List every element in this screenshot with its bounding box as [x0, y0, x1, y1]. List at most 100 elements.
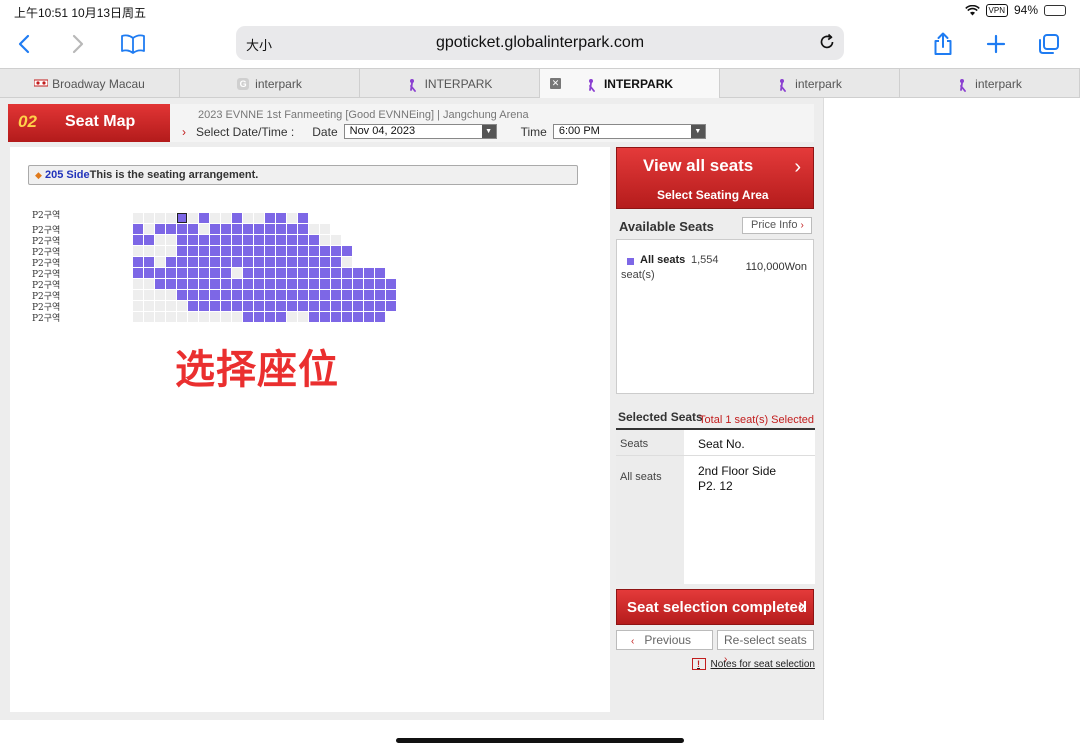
- seat-available[interactable]: [254, 224, 264, 234]
- seat-available[interactable]: [221, 224, 231, 234]
- seat-available[interactable]: [188, 301, 198, 311]
- seat-available[interactable]: [254, 235, 264, 245]
- seat-available[interactable]: [287, 279, 297, 289]
- seat-available[interactable]: [309, 301, 319, 311]
- seat-available[interactable]: [210, 268, 220, 278]
- seat-available[interactable]: [177, 279, 187, 289]
- seat-available[interactable]: [386, 290, 396, 300]
- seat-available[interactable]: [133, 257, 143, 267]
- seat-available[interactable]: [254, 268, 264, 278]
- seat-available[interactable]: [320, 257, 330, 267]
- tab-overview-icon[interactable]: [1033, 28, 1065, 60]
- seat-available[interactable]: [364, 301, 374, 311]
- seat-available[interactable]: [144, 257, 154, 267]
- seat-available[interactable]: [243, 235, 253, 245]
- seat-available[interactable]: [188, 235, 198, 245]
- seat-available[interactable]: [155, 224, 165, 234]
- back-icon[interactable]: [8, 28, 40, 60]
- tab-interpark-2[interactable]: INTERPARK: [360, 69, 540, 98]
- seat-available[interactable]: [342, 301, 352, 311]
- seat-available[interactable]: [331, 279, 341, 289]
- seat-available[interactable]: [221, 235, 231, 245]
- seat-available[interactable]: [188, 279, 198, 289]
- seat-available[interactable]: [287, 224, 297, 234]
- seat-available[interactable]: [177, 257, 187, 267]
- seat-available[interactable]: [276, 268, 286, 278]
- seat-available[interactable]: [133, 268, 143, 278]
- seat-available[interactable]: [276, 301, 286, 311]
- seat-available[interactable]: [144, 268, 154, 278]
- seat-available[interactable]: [320, 301, 330, 311]
- seat-grade-name[interactable]: All seats: [640, 254, 685, 266]
- url-text[interactable]: gpoticket.globalinterpark.com: [236, 34, 844, 52]
- seat-available[interactable]: [144, 235, 154, 245]
- seat-available[interactable]: [210, 301, 220, 311]
- seat-available[interactable]: [232, 213, 242, 223]
- seat-available[interactable]: [199, 290, 209, 300]
- seat-available[interactable]: [243, 246, 253, 256]
- seat-selected[interactable]: [177, 213, 187, 223]
- seat-available[interactable]: [265, 213, 275, 223]
- seat-available[interactable]: [353, 301, 363, 311]
- seat-available[interactable]: [309, 312, 319, 322]
- seat-available[interactable]: [353, 279, 363, 289]
- seat-available[interactable]: [298, 257, 308, 267]
- seat-available[interactable]: [155, 279, 165, 289]
- seat-available[interactable]: [265, 268, 275, 278]
- seat-available[interactable]: [243, 257, 253, 267]
- seat-available[interactable]: [276, 290, 286, 300]
- seat-available[interactable]: [331, 312, 341, 322]
- reload-icon[interactable]: [818, 33, 836, 56]
- seat-available[interactable]: [210, 246, 220, 256]
- seat-available[interactable]: [331, 257, 341, 267]
- seat-available[interactable]: [287, 290, 297, 300]
- seat-available[interactable]: [210, 235, 220, 245]
- seat-available[interactable]: [298, 235, 308, 245]
- seat-available[interactable]: [166, 268, 176, 278]
- seat-available[interactable]: [342, 268, 352, 278]
- seat-available[interactable]: [199, 279, 209, 289]
- seat-available[interactable]: [155, 268, 165, 278]
- seat-available[interactable]: [232, 224, 242, 234]
- view-all-seats-button[interactable]: View all seats › Select Seating Area: [616, 147, 814, 209]
- share-icon[interactable]: [927, 28, 959, 60]
- seat-available[interactable]: [188, 257, 198, 267]
- seat-available[interactable]: [375, 279, 385, 289]
- seat-available[interactable]: [199, 301, 209, 311]
- seat-available[interactable]: [210, 224, 220, 234]
- seat-available[interactable]: [309, 279, 319, 289]
- seat-available[interactable]: [221, 268, 231, 278]
- seat-available[interactable]: [386, 279, 396, 289]
- seat-available[interactable]: [331, 246, 341, 256]
- seat-available[interactable]: [287, 268, 297, 278]
- seat-available[interactable]: [276, 257, 286, 267]
- seat-available[interactable]: [221, 246, 231, 256]
- seat-available[interactable]: [386, 301, 396, 311]
- seat-available[interactable]: [199, 235, 209, 245]
- seat-available[interactable]: [287, 301, 297, 311]
- seat-available[interactable]: [232, 301, 242, 311]
- seat-available[interactable]: [177, 246, 187, 256]
- seat-available[interactable]: [166, 279, 176, 289]
- seat-available[interactable]: [309, 268, 319, 278]
- seat-available[interactable]: [287, 246, 297, 256]
- seat-available[interactable]: [221, 279, 231, 289]
- seat-available[interactable]: [364, 268, 374, 278]
- seat-available[interactable]: [276, 312, 286, 322]
- seat-available[interactable]: [199, 257, 209, 267]
- seat-available[interactable]: [210, 257, 220, 267]
- seat-available[interactable]: [243, 279, 253, 289]
- date-select[interactable]: Nov 04, 2023 ▼: [343, 124, 497, 139]
- seat-available[interactable]: [298, 290, 308, 300]
- seat-available[interactable]: [331, 290, 341, 300]
- seat-available[interactable]: [375, 301, 385, 311]
- seat-available[interactable]: [188, 268, 198, 278]
- seat-available[interactable]: [254, 301, 264, 311]
- seat-available[interactable]: [364, 279, 374, 289]
- seat-available[interactable]: [276, 213, 286, 223]
- notes-link[interactable]: ! Notes for seat selection: [691, 658, 815, 670]
- seat-available[interactable]: [265, 246, 275, 256]
- seat-available[interactable]: [265, 312, 275, 322]
- seat-available[interactable]: [243, 224, 253, 234]
- seat-available[interactable]: [199, 246, 209, 256]
